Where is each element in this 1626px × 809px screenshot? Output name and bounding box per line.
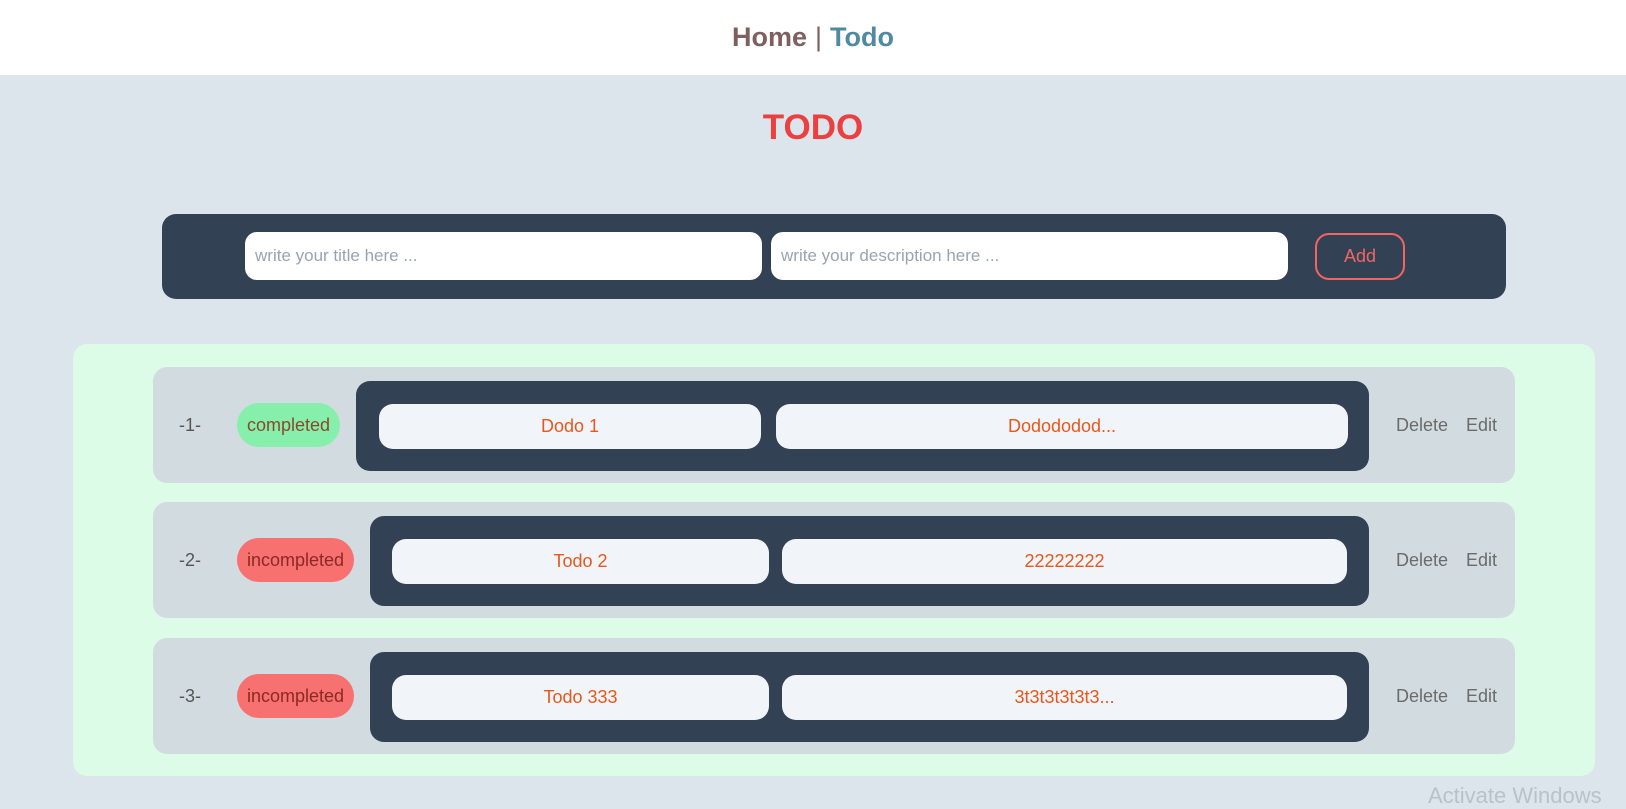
edit-button[interactable]: Edit [1466, 367, 1497, 483]
add-todo-form: Add [162, 214, 1506, 299]
add-button[interactable]: Add [1315, 233, 1405, 280]
title-input[interactable] [245, 232, 762, 280]
todo-index: -3- [179, 686, 201, 706]
top-nav: Home | Todo [0, 0, 1626, 75]
todo-index: -2- [179, 550, 201, 570]
nav-home-link[interactable]: Home [732, 22, 807, 53]
todo-row: -2- incompleted Todo 2 22222222 Delete E… [153, 502, 1515, 618]
todo-list: -1- completed Dodo 1 Dodododod... Delete… [73, 344, 1595, 776]
todo-index: -1- [179, 415, 201, 435]
edit-button[interactable]: Edit [1466, 638, 1497, 754]
todo-card: Todo 333 3t3t3t3t3t3... [370, 652, 1369, 742]
todo-description: 3t3t3t3t3t3... [782, 675, 1347, 720]
todo-description: Dodododod... [776, 404, 1348, 449]
todo-card: Todo 2 22222222 [370, 516, 1369, 606]
delete-button[interactable]: Delete [1396, 502, 1448, 618]
description-input[interactable] [771, 232, 1288, 280]
todo-row: -3- incompleted Todo 333 3t3t3t3t3t3... … [153, 638, 1515, 754]
nav-todo-link[interactable]: Todo [830, 22, 894, 53]
page-title: TODO [762, 108, 864, 147]
edit-button[interactable]: Edit [1466, 502, 1497, 618]
todo-title: Todo 2 [392, 539, 769, 584]
status-badge[interactable]: incompleted [237, 538, 355, 582]
todo-title: Dodo 1 [379, 404, 761, 449]
delete-button[interactable]: Delete [1396, 367, 1448, 483]
status-badge[interactable]: completed [237, 403, 341, 447]
status-badge[interactable]: incompleted [237, 674, 355, 718]
todo-title: Todo 333 [392, 675, 769, 720]
activate-windows-watermark: Activate Windows [1428, 783, 1602, 808]
todo-row: -1- completed Dodo 1 Dodododod... Delete… [153, 367, 1515, 483]
todo-description: 22222222 [782, 539, 1347, 584]
todo-card: Dodo 1 Dodododod... [356, 381, 1369, 471]
nav-separator: | [815, 22, 823, 52]
delete-button[interactable]: Delete [1396, 638, 1448, 754]
